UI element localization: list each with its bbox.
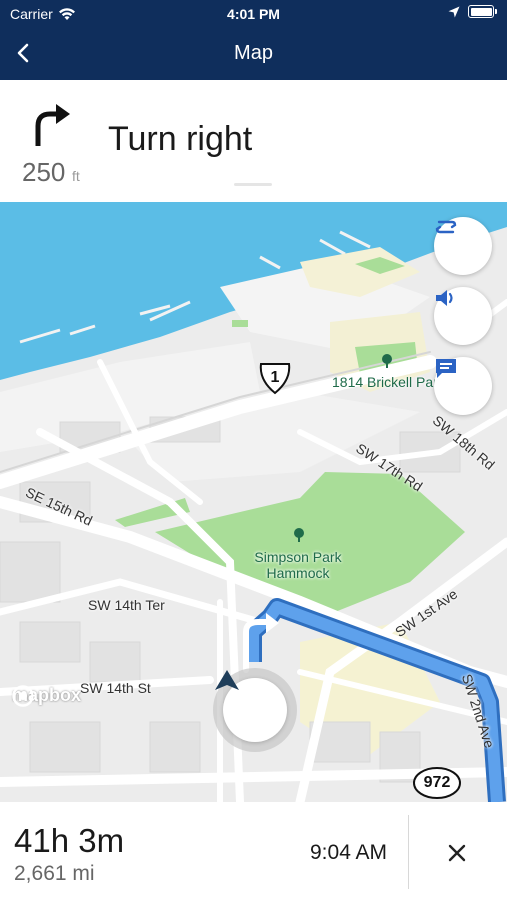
- battery-nub: [495, 9, 497, 14]
- simpson-park-area: [155, 472, 465, 614]
- route-overview-icon: [435, 220, 457, 234]
- feedback-button[interactable]: [434, 357, 492, 415]
- trip-duration: 41h 3m: [14, 822, 125, 859]
- feedback-icon: [436, 359, 456, 378]
- divider: [408, 815, 409, 889]
- park-label: 1814 Brickell Par: [332, 374, 438, 390]
- trip-distance: 2,661 mi: [14, 862, 95, 885]
- navigation-arrow-icon: [215, 670, 239, 690]
- route-overview-button[interactable]: [434, 217, 492, 275]
- page-title: Map: [234, 42, 273, 64]
- us-route-number: 1: [270, 369, 280, 386]
- end-navigation-button[interactable]: [436, 832, 478, 874]
- status-right: [448, 5, 497, 18]
- park-label-group: Simpson Park Hammock: [248, 549, 348, 581]
- nav-bar: Map: [0, 30, 507, 78]
- speaker-icon: [436, 290, 453, 306]
- instruction-text: Turn right: [108, 120, 253, 158]
- close-icon: [448, 844, 466, 862]
- street-label: SW 14th St: [80, 680, 151, 696]
- status-bar: Carrier 4:01 PM: [0, 0, 507, 28]
- arrival-time: 9:04 AM: [310, 841, 388, 864]
- banner-grip-handle[interactable]: [234, 183, 272, 186]
- location-arrow-icon: [448, 6, 460, 17]
- user-location-puck[interactable]: [213, 668, 297, 752]
- battery-icon: [468, 5, 494, 18]
- street-label: SW 14th Ter: [88, 597, 165, 613]
- instruction-banner[interactable]: 250 ft Turn right: [0, 80, 507, 202]
- map-view[interactable]: SE 15th Rd SW 14th Ter SW 14th St SW 17t…: [0, 202, 507, 802]
- trip-summary-bar: 41h 3m 2,661 mi 9:04 AM: [0, 802, 507, 900]
- distance-value: 250: [22, 157, 66, 187]
- distance-unit: ft: [72, 168, 80, 184]
- mapbox-mark-icon: [12, 685, 34, 707]
- turn-right-arrow-icon: [35, 104, 70, 146]
- park-label: Hammock: [266, 565, 330, 581]
- status-time: 4:01 PM: [227, 6, 280, 22]
- mute-button[interactable]: [434, 287, 492, 345]
- top-bar: Carrier 4:01 PM Map: [0, 0, 507, 80]
- mapbox-logo: mapbox: [12, 685, 81, 707]
- county-route-number: 972: [423, 774, 451, 791]
- park-label: Simpson Park: [254, 549, 342, 565]
- puck-inner: [215, 670, 287, 742]
